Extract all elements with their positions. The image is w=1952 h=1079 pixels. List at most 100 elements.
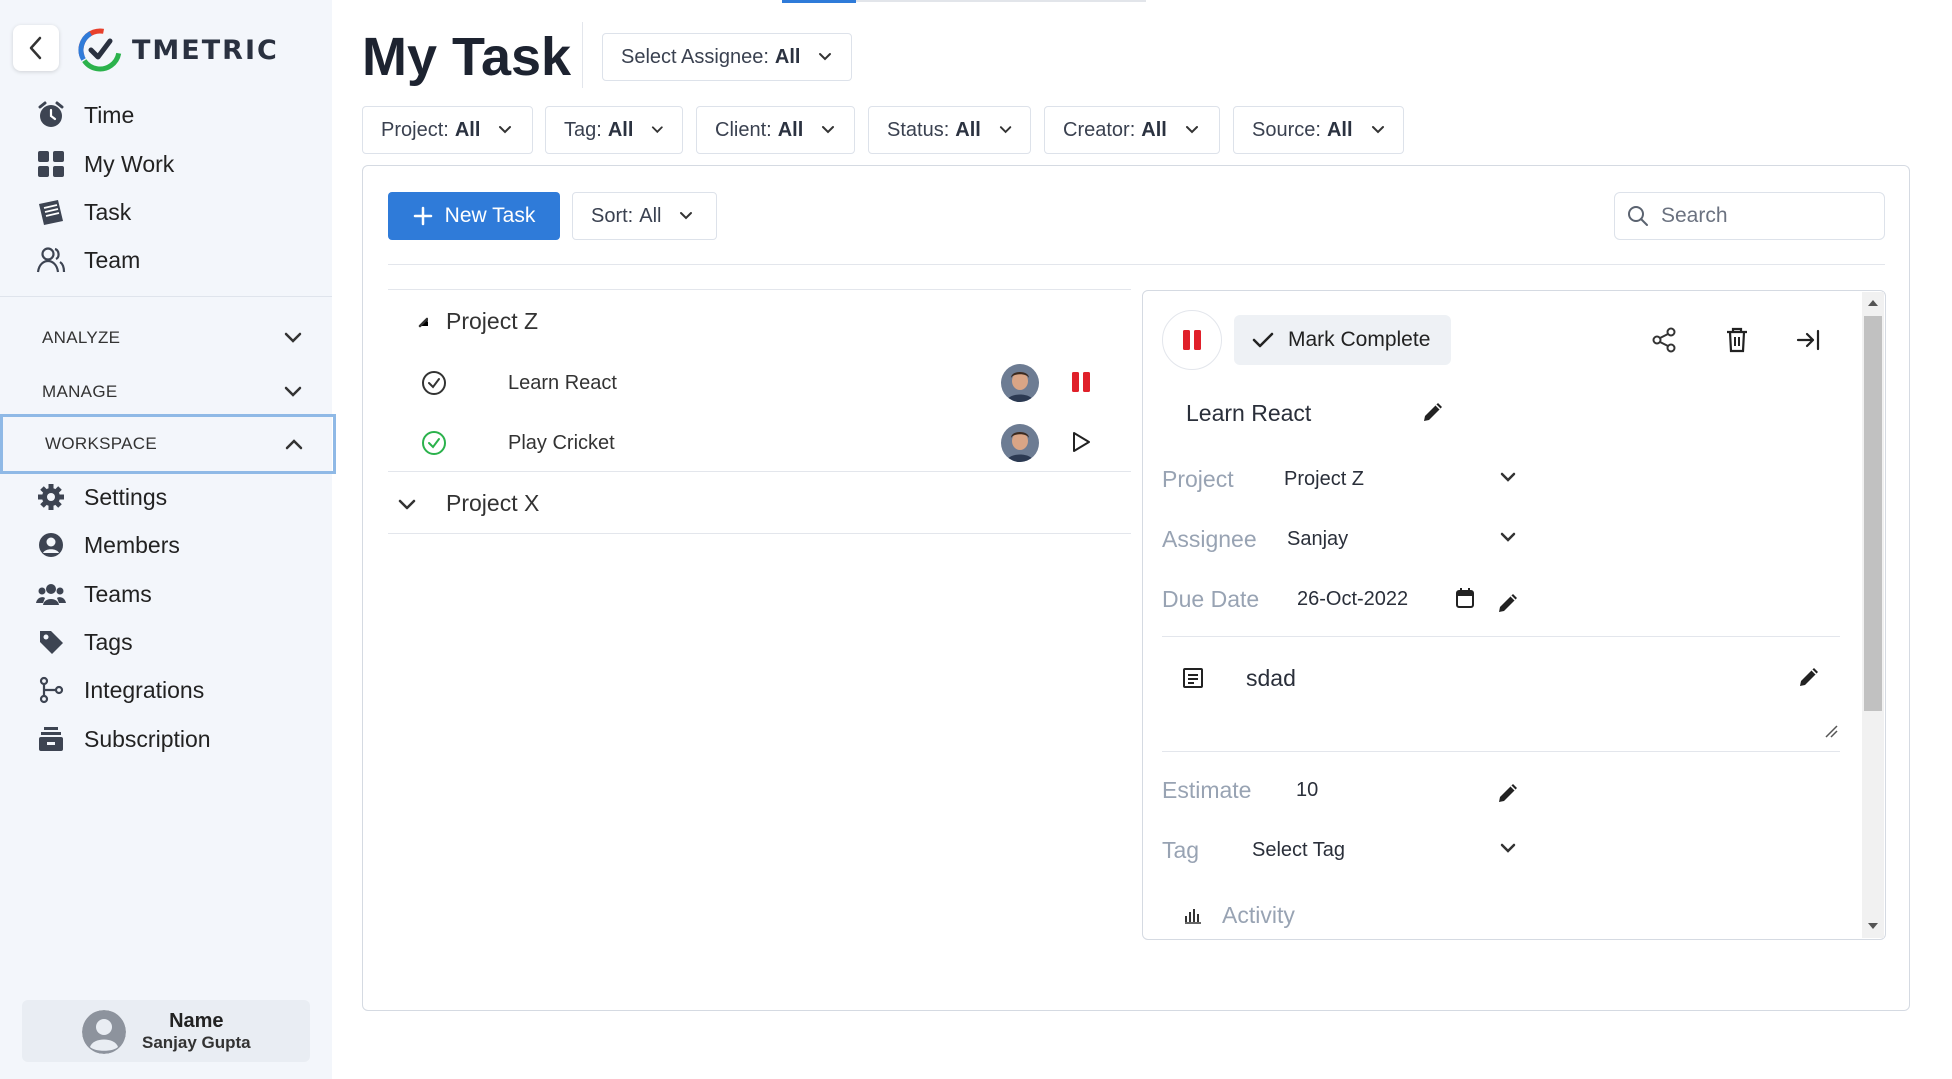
dropdown-label: Source:: [1252, 118, 1321, 141]
avatar-icon: [1001, 364, 1039, 402]
user-profile-card[interactable]: Name Sanjay Gupta: [22, 1000, 310, 1062]
task-row[interactable]: Play Cricket: [420, 419, 1060, 467]
plus-icon: [413, 206, 432, 226]
chevron-left-icon: [29, 36, 42, 60]
tab-track: [856, 0, 1146, 2]
client-filter[interactable]: Client: All: [696, 106, 855, 154]
user-circle-icon: [36, 530, 66, 560]
assignee-value[interactable]: Sanjay: [1287, 528, 1348, 551]
nav-item-integrations[interactable]: Integrations: [36, 675, 204, 705]
chevron-up-icon: [285, 439, 303, 450]
play-icon[interactable]: [1069, 430, 1093, 454]
check-circle-icon[interactable]: [420, 429, 448, 457]
divider: [388, 533, 1131, 534]
collapse-sidebar-button[interactable]: [13, 25, 59, 71]
mark-complete-button[interactable]: Mark Complete: [1234, 315, 1451, 365]
status-filter[interactable]: Status: All: [868, 106, 1031, 154]
pause-icon: [1183, 330, 1201, 350]
people-icon: [36, 245, 66, 275]
sort-dropdown[interactable]: Sort: All: [572, 192, 717, 240]
group-header-project-z[interactable]: Project Z: [388, 308, 538, 335]
divider: [0, 296, 332, 297]
tag-select[interactable]: Select Tag: [1252, 839, 1345, 862]
dropdown-value: All: [1326, 118, 1353, 141]
gear-icon: [36, 482, 66, 512]
group-header-project-x[interactable]: Project X: [388, 490, 539, 517]
chevron-down-icon: [499, 126, 512, 134]
divider: [388, 289, 1131, 290]
nav-item-team[interactable]: Team: [36, 245, 140, 275]
scroll-up-icon[interactable]: [1867, 298, 1879, 308]
search-input[interactable]: [1661, 204, 1861, 228]
edit-icon[interactable]: [1796, 664, 1822, 690]
divider: [388, 471, 1131, 472]
scroll-down-icon[interactable]: [1867, 921, 1879, 931]
grid-icon: [36, 149, 66, 179]
trash-icon[interactable]: [1724, 326, 1750, 354]
check-circle-icon[interactable]: [420, 369, 448, 397]
assignee-dropdown[interactable]: Select Assignee: All: [602, 33, 852, 81]
creator-filter[interactable]: Creator: All: [1044, 106, 1220, 154]
project-filter[interactable]: Project: All: [362, 106, 533, 154]
project-value[interactable]: Project Z: [1284, 468, 1364, 491]
nav-item-teams[interactable]: Teams: [36, 579, 152, 609]
estimate-value[interactable]: 10: [1296, 779, 1318, 802]
task-title[interactable]: Learn React: [1186, 400, 1311, 427]
share-icon[interactable]: [1650, 326, 1678, 354]
activity-icon: [1185, 909, 1201, 924]
branch-icon: [36, 675, 66, 705]
dropdown-label: Select Assignee:: [621, 45, 769, 68]
section-analyze[interactable]: ANALYZE: [0, 312, 332, 364]
avatar-icon: [1001, 424, 1039, 462]
user-name: Sanjay Gupta: [142, 1032, 251, 1052]
tag-filter[interactable]: Tag: All: [545, 106, 683, 154]
nav-item-tags[interactable]: Tags: [36, 627, 133, 657]
new-task-button[interactable]: New Task: [388, 192, 560, 240]
scrollbar-thumb[interactable]: [1864, 316, 1882, 711]
section-workspace[interactable]: WORKSPACE: [0, 414, 336, 474]
checkmark-icon: [1252, 332, 1274, 348]
chevron-down-icon: [822, 126, 835, 134]
dropdown-value: All: [454, 118, 481, 141]
section-label: ANALYZE: [42, 328, 121, 347]
nav-item-task[interactable]: Task: [36, 197, 131, 227]
project-label: Project: [1162, 466, 1234, 492]
nav-item-subscription[interactable]: Subscription: [36, 724, 211, 754]
section-label: WORKSPACE: [45, 434, 157, 453]
dropdown-label: Project:: [381, 118, 449, 141]
assignee-avatar: [1001, 364, 1039, 402]
timer-stop-button[interactable]: [1162, 310, 1222, 370]
dropdown-value: All: [1141, 118, 1167, 141]
source-filter[interactable]: Source: All: [1233, 106, 1404, 154]
dropdown-label: Tag:: [564, 118, 602, 141]
resize-handle-icon[interactable]: [1824, 724, 1838, 738]
task-row[interactable]: Learn React: [420, 359, 1060, 407]
chevron-down-icon[interactable]: [1500, 532, 1516, 544]
due-date-value[interactable]: 26-Oct-2022: [1297, 588, 1408, 611]
tab-indicator: [782, 0, 856, 3]
nav-item-time[interactable]: Time: [36, 100, 134, 130]
search-box[interactable]: [1614, 192, 1885, 240]
chevron-down-icon[interactable]: [1500, 843, 1516, 855]
dropdown-label: Sort:: [591, 204, 634, 227]
nav-item-settings[interactable]: Settings: [36, 482, 167, 512]
group-name: Project Z: [446, 308, 539, 334]
chevron-down-icon: [652, 126, 664, 134]
collapse-panel-icon[interactable]: [1796, 328, 1822, 352]
chevron-down-icon[interactable]: [1500, 472, 1516, 484]
section-manage[interactable]: MANAGE: [0, 366, 332, 418]
logo[interactable]: TMETRIC: [78, 28, 279, 72]
edit-icon[interactable]: [1495, 590, 1521, 616]
edit-icon[interactable]: [1495, 780, 1521, 806]
edit-icon[interactable]: [1420, 399, 1446, 425]
activity-label[interactable]: Activity: [1222, 902, 1295, 929]
search-icon: [1628, 206, 1648, 226]
description-text[interactable]: sdad: [1246, 665, 1296, 692]
chevron-up-icon: [418, 317, 428, 327]
pause-icon[interactable]: [1069, 370, 1093, 394]
chevron-down-icon: [680, 212, 693, 220]
section-label: MANAGE: [42, 382, 118, 401]
nav-item-my-work[interactable]: My Work: [36, 149, 174, 179]
calendar-icon[interactable]: [1455, 587, 1475, 609]
nav-item-members[interactable]: Members: [36, 530, 180, 560]
